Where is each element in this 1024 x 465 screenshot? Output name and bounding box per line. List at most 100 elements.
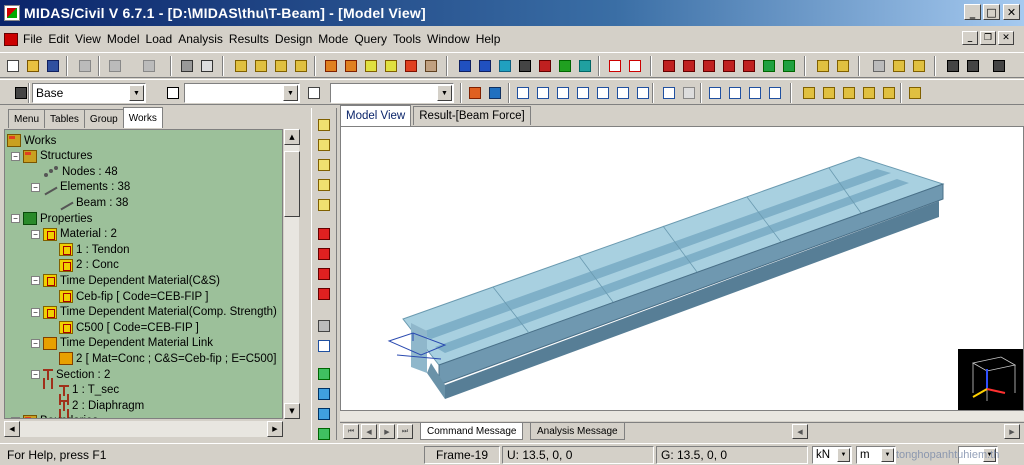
minimize-button[interactable]: _ [964, 4, 981, 20]
tree-item[interactable]: − Elements : 38 [31, 180, 130, 195]
zoom-icon[interactable] [660, 84, 678, 102]
document-icon[interactable] [4, 32, 18, 46]
scroll-right-icon[interactable]: ▶ [1004, 424, 1020, 439]
menu-load[interactable]: Load [143, 32, 176, 46]
tree-item[interactable]: − Time Dependent Material Link [31, 336, 213, 351]
zoom-out-icon[interactable] [316, 177, 333, 194]
node-icon[interactable] [322, 57, 340, 75]
scroll-left-icon[interactable]: ◀ [4, 421, 20, 437]
rotate3-icon[interactable] [990, 57, 1008, 75]
load3-icon[interactable] [536, 57, 554, 75]
snap-point5-icon[interactable] [880, 84, 898, 102]
load-icon[interactable] [496, 57, 514, 75]
view6-icon[interactable] [594, 84, 612, 102]
view-icon[interactable] [486, 84, 504, 102]
select-filter-icon[interactable] [164, 84, 182, 102]
view-side-icon[interactable] [316, 426, 333, 443]
boundary-icon[interactable] [456, 57, 474, 75]
chevron-down-icon[interactable]: ▼ [881, 448, 894, 462]
view-front-icon[interactable] [316, 386, 333, 403]
save-icon[interactable] [44, 57, 62, 75]
node2-icon[interactable] [342, 57, 360, 75]
view4-icon[interactable] [554, 84, 572, 102]
unit-g-icon[interactable] [626, 57, 644, 75]
tree-expander-icon[interactable]: − [31, 370, 40, 379]
works-tree[interactable]: Works − Structures Nodes : 48− Elements : 38… [4, 129, 283, 419]
scroll-right-icon[interactable]: ▶ [267, 421, 283, 437]
measure-icon[interactable] [316, 338, 333, 355]
element-icon[interactable] [362, 57, 380, 75]
ruler-icon[interactable] [316, 318, 333, 335]
lock3-icon[interactable] [910, 57, 928, 75]
pan2-icon[interactable] [726, 84, 744, 102]
unit-u-icon[interactable] [606, 57, 624, 75]
tree-item[interactable]: Works [7, 133, 56, 148]
lock-icon[interactable] [870, 57, 888, 75]
scroll-down-icon[interactable]: ▼ [284, 403, 300, 419]
view-top-icon[interactable] [316, 406, 333, 423]
tree-item[interactable]: Beam : 38 [59, 195, 128, 210]
menu-mode[interactable]: Mode [315, 32, 351, 46]
group-combo[interactable]: ▼ [330, 83, 454, 103]
lock2-icon[interactable] [890, 57, 908, 75]
length-unit-select[interactable]: m ▼ [856, 446, 896, 464]
tree-item[interactable]: Nodes : 48 [43, 164, 118, 179]
tree-item[interactable]: 1 : T_sec [59, 383, 119, 398]
pan-up-icon[interactable] [316, 266, 333, 283]
snap-icon[interactable] [252, 57, 270, 75]
tree-item[interactable]: − Material : 2 [31, 227, 117, 242]
new-file-icon[interactable] [4, 57, 22, 75]
next-tab-icon[interactable]: ▶ [379, 424, 395, 439]
display4-icon[interactable] [720, 57, 738, 75]
element4-icon[interactable] [422, 57, 440, 75]
pan-right-icon[interactable] [316, 246, 333, 263]
menu-window[interactable]: Window [424, 32, 473, 46]
tree-expander-icon[interactable]: − [11, 151, 20, 161]
maximize-button[interactable]: □ [983, 4, 1000, 20]
redo-icon[interactable] [140, 57, 158, 75]
mdi-restore-button[interactable]: ❐ [980, 31, 996, 45]
view3-icon[interactable] [534, 84, 552, 102]
pan-left-icon[interactable] [316, 226, 333, 243]
tree-item[interactable]: − Time Dependent Material(Comp. Strength) [31, 305, 277, 320]
beam-model-render[interactable] [341, 127, 1024, 411]
pan4-icon[interactable] [766, 84, 784, 102]
tab-works[interactable]: Works [122, 107, 163, 128]
monitor-icon[interactable] [760, 57, 778, 75]
tree-item[interactable]: 2 [ Mat=Conc ; C&S=Ceb-fip ; E=C500] [59, 351, 276, 366]
snap-point-icon[interactable] [800, 84, 818, 102]
close-button[interactable]: ✕ [1003, 4, 1020, 20]
rotate-icon[interactable] [944, 57, 962, 75]
tree-item[interactable]: Ceb-fip [ Code=CEB-FIP ] [59, 289, 208, 304]
menu-analysis[interactable]: Analysis [175, 32, 226, 46]
viewport-scrollbar[interactable] [340, 411, 1024, 421]
brush-icon[interactable] [680, 84, 698, 102]
display3-icon[interactable] [700, 57, 718, 75]
zoom-in-icon[interactable] [316, 157, 333, 174]
snap-point4-icon[interactable] [860, 84, 878, 102]
zoom-fit-icon[interactable] [316, 117, 333, 134]
grid-icon[interactable] [232, 57, 250, 75]
snap-point3-icon[interactable] [840, 84, 858, 102]
open-folder-icon[interactable] [24, 57, 42, 75]
menu-view[interactable]: View [72, 32, 104, 46]
menu-help[interactable]: Help [473, 32, 504, 46]
pan3-icon[interactable] [746, 84, 764, 102]
view8-icon[interactable] [634, 84, 652, 102]
model-viewport[interactable] [340, 126, 1024, 411]
load5-icon[interactable] [576, 57, 594, 75]
menu-results[interactable]: Results [226, 32, 272, 46]
pan-icon[interactable] [706, 84, 724, 102]
first-tab-icon[interactable]: ⏮ [343, 424, 359, 439]
layer-select[interactable]: Base ▼ [32, 83, 146, 103]
chevron-down-icon[interactable]: ▼ [437, 85, 452, 101]
zoom-window-icon[interactable] [316, 137, 333, 154]
element2-icon[interactable] [382, 57, 400, 75]
tree-item[interactable]: − Boundaries [11, 414, 98, 418]
load2-icon[interactable] [516, 57, 534, 75]
force-unit-select[interactable]: kN ▼ [812, 446, 852, 464]
selection-combo[interactable]: ▼ [184, 83, 300, 103]
menu-query[interactable]: Query [351, 32, 390, 46]
tab-tables[interactable]: Tables [44, 109, 85, 128]
prev-tab-icon[interactable]: ◀ [361, 424, 377, 439]
